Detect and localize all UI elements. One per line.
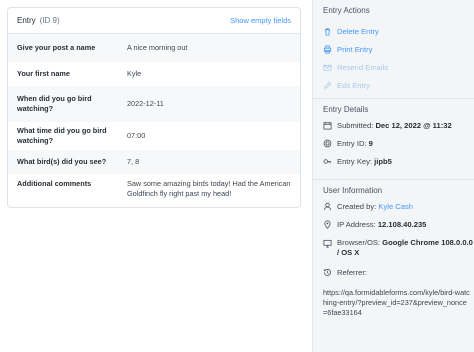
entry-key-label: Entry Key: [337,157,373,166]
monitor-icon [323,239,332,248]
submitted-label: Submitted: [337,121,374,130]
key-icon [323,157,332,166]
table-row: Give your post a name A nice morning out [8,34,300,62]
print-entry-label: Print Entry [337,44,373,54]
entry-details-section: Entry Details Submitted: Dec 12, 2022 @ … [313,99,474,180]
table-row: What bird(s) did you see? 7, 8 [8,150,300,174]
field-value: 7, 8 [127,157,140,166]
browser-label: Browser/OS: [337,238,381,247]
user-icon [323,202,332,211]
printer-icon [323,44,332,54]
field-value: 2022-12-11 [127,99,164,108]
pencil-icon [323,81,332,90]
field-label: What bird(s) did you see? [17,157,107,166]
field-label: When did you go bird watching? [17,94,92,113]
entry-id-label: (ID 9) [39,16,60,25]
field-label: Additional comments [17,179,92,188]
fingerprint-icon [323,139,332,148]
created-by-label: Created by: [337,202,377,211]
resend-emails-button[interactable]: Resend Emails [323,58,474,76]
entry-details-title: Entry Details [323,105,369,114]
entry-card: Entry (ID 9) Show empty fields Give your … [7,7,301,208]
location-pin-icon [323,220,332,229]
user-info-section: User Information Created by: Kyle Cash I… [313,180,474,322]
print-entry-button[interactable]: Print Entry [323,40,474,58]
field-label: Your first name [17,69,70,78]
field-value: A nice morning out [127,43,188,52]
entry-card-header: Entry (ID 9) Show empty fields [8,8,300,34]
field-value: Kyle [127,69,142,78]
entry-id-row: Entry ID: 9 [323,139,474,157]
history-icon [323,268,332,277]
edit-entry-label: Edit Entry [337,80,370,90]
field-label: What time did you go bird watching? [17,126,107,145]
entry-fields: Give your post a name A nice morning out… [8,34,300,206]
field-value: Saw some amazing birds today! Had the Am… [127,179,291,198]
created-by-user-link[interactable]: Kyle Cash [378,202,413,211]
table-row: When did you go bird watching? 2022-12-1… [8,86,300,122]
submitted-row: Submitted: Dec 12, 2022 @ 11:32 [323,121,474,139]
table-row: What time did you go bird watching? 07:0… [8,122,300,150]
field-value: 07:00 [127,131,146,140]
trash-icon [323,27,332,36]
entry-sidebar: Entry Actions Delete Entry Print Entry R… [312,0,474,352]
entry-title-text: Entry [17,16,36,25]
resend-emails-label: Resend Emails [337,62,389,72]
referrer-row: Referrer: [323,268,474,286]
table-row: Your first name Kyle [8,62,300,86]
entry-actions-title: Entry Actions [323,6,370,15]
entry-id-value: 9 [368,139,373,148]
created-by-row: Created by: Kyle Cash [323,202,474,220]
entry-key-value: jipb5 [374,157,392,166]
edit-entry-button[interactable]: Edit Entry [323,76,474,94]
ip-address-value: 12.108.40.235 [377,220,427,229]
show-empty-fields-link[interactable]: Show empty fields [230,16,291,25]
envelope-icon [323,63,332,72]
submitted-value: Dec 12, 2022 @ 11:32 [375,121,452,130]
entry-id-label: Entry ID: [337,139,367,148]
user-info-title: User Information [323,186,383,195]
referrer-label: Referrer: [337,268,367,277]
delete-entry-button[interactable]: Delete Entry [323,22,474,40]
table-row: Additional comments Saw some amazing bir… [8,174,300,206]
entry-key-row: Entry Key: jipb5 [323,157,474,175]
ip-address-row: IP Address: 12.108.40.235 [323,220,474,238]
ip-address-label: IP Address: [337,220,376,229]
entry-title: Entry (ID 9) [17,16,60,25]
delete-entry-label: Delete Entry [337,26,379,36]
field-label: Give your post a name [17,43,96,52]
calendar-icon [323,121,332,130]
browser-row: Browser/OS: Google Chrome 108.0.0.0 / OS… [323,238,474,264]
referrer-url: https://qa.formidableforms.com/kyle/bird… [323,288,470,317]
entry-actions-section: Entry Actions Delete Entry Print Entry R… [313,0,474,99]
